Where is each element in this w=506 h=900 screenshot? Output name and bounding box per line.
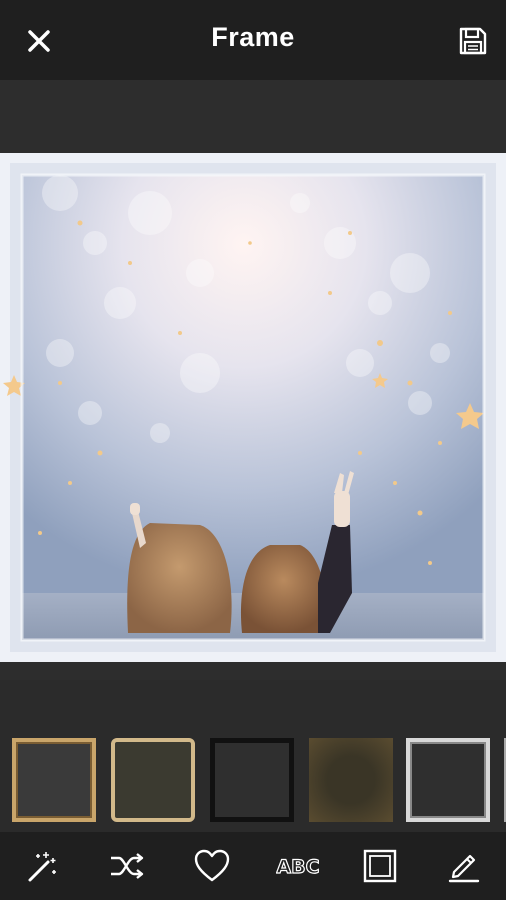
frame-thumb-sepia-vignette[interactable] — [309, 738, 393, 822]
magic-wand-button[interactable] — [22, 846, 62, 886]
frame-thumb-gold-ornate[interactable] — [12, 738, 96, 822]
shuffle-button[interactable] — [107, 846, 147, 886]
pencil-icon — [448, 854, 480, 883]
text-tool-label: ABC — [276, 856, 319, 878]
frame-thumb-dark-grunge[interactable] — [210, 738, 294, 822]
page-title: Frame — [211, 22, 295, 52]
photo-preview — [0, 153, 506, 662]
frame-thumb-white-border[interactable] — [406, 738, 490, 822]
favorite-button[interactable] — [192, 846, 232, 886]
heart-icon — [194, 849, 230, 882]
save-icon — [459, 27, 487, 55]
top-app-bar: Frame — [0, 0, 506, 80]
framed-photo[interactable] — [0, 153, 506, 662]
frame-thumbnail-strip — [0, 730, 506, 830]
shuffle-icon — [111, 853, 144, 879]
frame-tool-button[interactable] — [360, 846, 400, 886]
magic-wand-icon — [28, 852, 56, 882]
frame-thumb-gold-octagon[interactable] — [111, 738, 195, 822]
draw-button[interactable] — [444, 846, 484, 886]
text-tool-button[interactable]: ABC — [276, 846, 320, 886]
square-frame-icon — [363, 849, 397, 883]
save-button[interactable] — [454, 22, 492, 60]
abc-text-icon: ABC — [276, 855, 320, 878]
bottom-toolbar: ABC — [0, 832, 506, 900]
